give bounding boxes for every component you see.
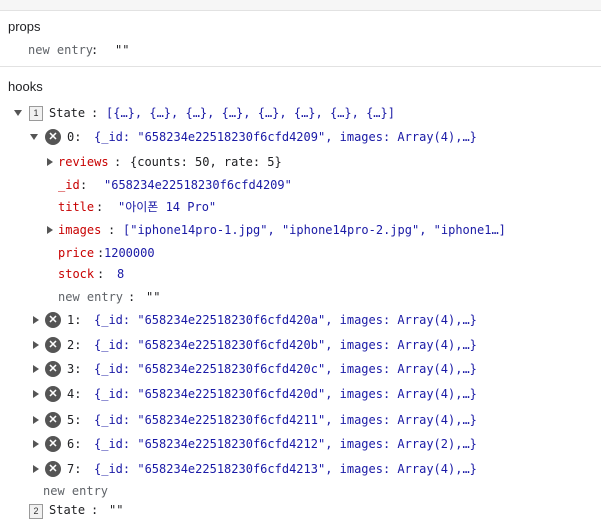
field-key: price — [58, 246, 95, 260]
list-item-6[interactable]: ✕ 6: {_id: "658234e22518230f6cfd4212", i… — [0, 434, 601, 454]
new-entry-label[interactable]: new entry — [58, 287, 123, 307]
new-entry-value[interactable]: "" — [115, 40, 129, 60]
item-index: 5: — [67, 413, 82, 427]
item-index: 4: — [67, 387, 82, 401]
field-price-row[interactable]: price : 1200000 — [0, 243, 601, 263]
item-index: 2: — [67, 338, 82, 352]
field-value[interactable]: "658234e22518230f6cfd4209" — [104, 175, 292, 195]
item0-new-entry-row[interactable]: new entry : "" — [0, 287, 601, 307]
close-circle-icon[interactable]: ✕ — [45, 337, 61, 353]
props-section: props new entry : "" — [0, 11, 601, 67]
field-reviews-row[interactable]: reviews : {counts: 50, rate: 5} — [0, 152, 601, 172]
field-id-row[interactable]: _id : "658234e22518230f6cfd4209" — [0, 175, 601, 195]
field-value[interactable]: 1200000 — [104, 243, 155, 263]
list-item-1[interactable]: ✕ 1: {_id: "658234e22518230f6cfd420a", i… — [0, 310, 601, 330]
item-summary: {_id: "658234e22518230f6cfd420b", images… — [94, 338, 477, 352]
state-summary: [{…}, {…}, {…}, {…}, {…}, {…}, {…}, {…}] — [106, 106, 395, 120]
triangle-right-icon[interactable] — [33, 316, 39, 324]
triangle-right-icon[interactable] — [33, 365, 39, 373]
field-key: _id — [58, 178, 80, 192]
hook-index-badge: 1 — [29, 106, 43, 121]
state-value[interactable]: "" — [109, 500, 123, 520]
item-summary: {_id: "658234e22518230f6cfd4212", images… — [94, 437, 477, 451]
item-index: 7: — [67, 462, 82, 476]
triangle-right-icon[interactable] — [33, 390, 39, 398]
triangle-down-icon[interactable] — [14, 110, 22, 116]
triangle-right-icon[interactable] — [33, 465, 39, 473]
close-circle-icon[interactable]: ✕ — [45, 361, 61, 377]
close-circle-icon[interactable]: ✕ — [45, 312, 61, 328]
item-index: 6: — [67, 437, 82, 451]
close-circle-icon[interactable]: ✕ — [45, 129, 61, 145]
item-summary: {_id: "658234e22518230f6cfd4213", images… — [94, 462, 477, 476]
field-value[interactable]: "아이폰 14 Pro" — [118, 197, 216, 217]
field-key: images — [58, 223, 102, 237]
list-item-3[interactable]: ✕ 3: {_id: "658234e22518230f6cfd420c", i… — [0, 359, 601, 379]
state-label: State — [49, 503, 86, 517]
triangle-right-icon[interactable] — [47, 226, 53, 234]
new-entry-value[interactable]: "" — [146, 287, 160, 307]
state-2-row[interactable]: 2 State : "" — [0, 500, 601, 520]
list-item-0[interactable]: ✕ 0: {_id: "658234e22518230f6cfd4209", i… — [0, 127, 601, 147]
item-summary: {_id: "658234e22518230f6cfd420c", images… — [94, 362, 477, 376]
new-entry-label[interactable]: new entry — [28, 40, 93, 60]
item-index: 3: — [67, 362, 82, 376]
item-summary: {_id: "658234e22518230f6cfd4209", images… — [94, 130, 477, 144]
list-item-7[interactable]: ✕ 7: {_id: "658234e22518230f6cfd4213", i… — [0, 459, 601, 479]
field-value[interactable]: {counts: 50, rate: 5} — [130, 152, 282, 172]
field-images-row[interactable]: images : ["iphone14pro-1.jpg", "iphone14… — [0, 220, 601, 240]
list-item-2[interactable]: ✕ 2: {_id: "658234e22518230f6cfd420b", i… — [0, 335, 601, 355]
triangle-right-icon[interactable] — [47, 158, 53, 166]
field-title-row[interactable]: title : "아이폰 14 Pro" — [0, 197, 601, 217]
state-1-row[interactable]: 1 State : [{…}, {…}, {…}, {…}, {…}, {…},… — [0, 103, 601, 123]
field-value[interactable]: 8 — [117, 264, 124, 284]
item-index: 1: — [67, 313, 82, 327]
triangle-down-icon[interactable] — [30, 134, 38, 140]
field-stock-row[interactable]: stock : 8 — [0, 264, 601, 284]
triangle-right-icon[interactable] — [33, 341, 39, 349]
props-title: props — [8, 19, 41, 34]
hooks-title: hooks — [8, 79, 43, 94]
field-key: title — [58, 200, 95, 214]
item-summary: {_id: "658234e22518230f6cfd420a", images… — [94, 313, 477, 327]
list-new-entry-row[interactable]: new entry — [0, 481, 601, 501]
item-index: 0: — [67, 130, 82, 144]
new-entry-label[interactable]: new entry — [43, 481, 108, 501]
field-key: stock — [58, 267, 95, 281]
list-item-4[interactable]: ✕ 4: {_id: "658234e22518230f6cfd420d", i… — [0, 384, 601, 404]
field-key: reviews — [58, 155, 109, 169]
close-circle-icon[interactable]: ✕ — [45, 412, 61, 428]
close-circle-icon[interactable]: ✕ — [45, 386, 61, 402]
item-summary: {_id: "658234e22518230f6cfd420d", images… — [94, 387, 477, 401]
triangle-right-icon[interactable] — [33, 416, 39, 424]
top-toolbar-edge — [0, 0, 601, 11]
field-value[interactable]: ["iphone14pro-1.jpg", "iphone14pro-2.jpg… — [123, 220, 506, 240]
item-summary: {_id: "658234e22518230f6cfd4211", images… — [94, 413, 477, 427]
close-circle-icon[interactable]: ✕ — [45, 436, 61, 452]
close-circle-icon[interactable]: ✕ — [45, 461, 61, 477]
state-label: State — [49, 106, 86, 120]
list-item-5[interactable]: ✕ 5: {_id: "658234e22518230f6cfd4211", i… — [0, 410, 601, 430]
triangle-right-icon[interactable] — [33, 440, 39, 448]
